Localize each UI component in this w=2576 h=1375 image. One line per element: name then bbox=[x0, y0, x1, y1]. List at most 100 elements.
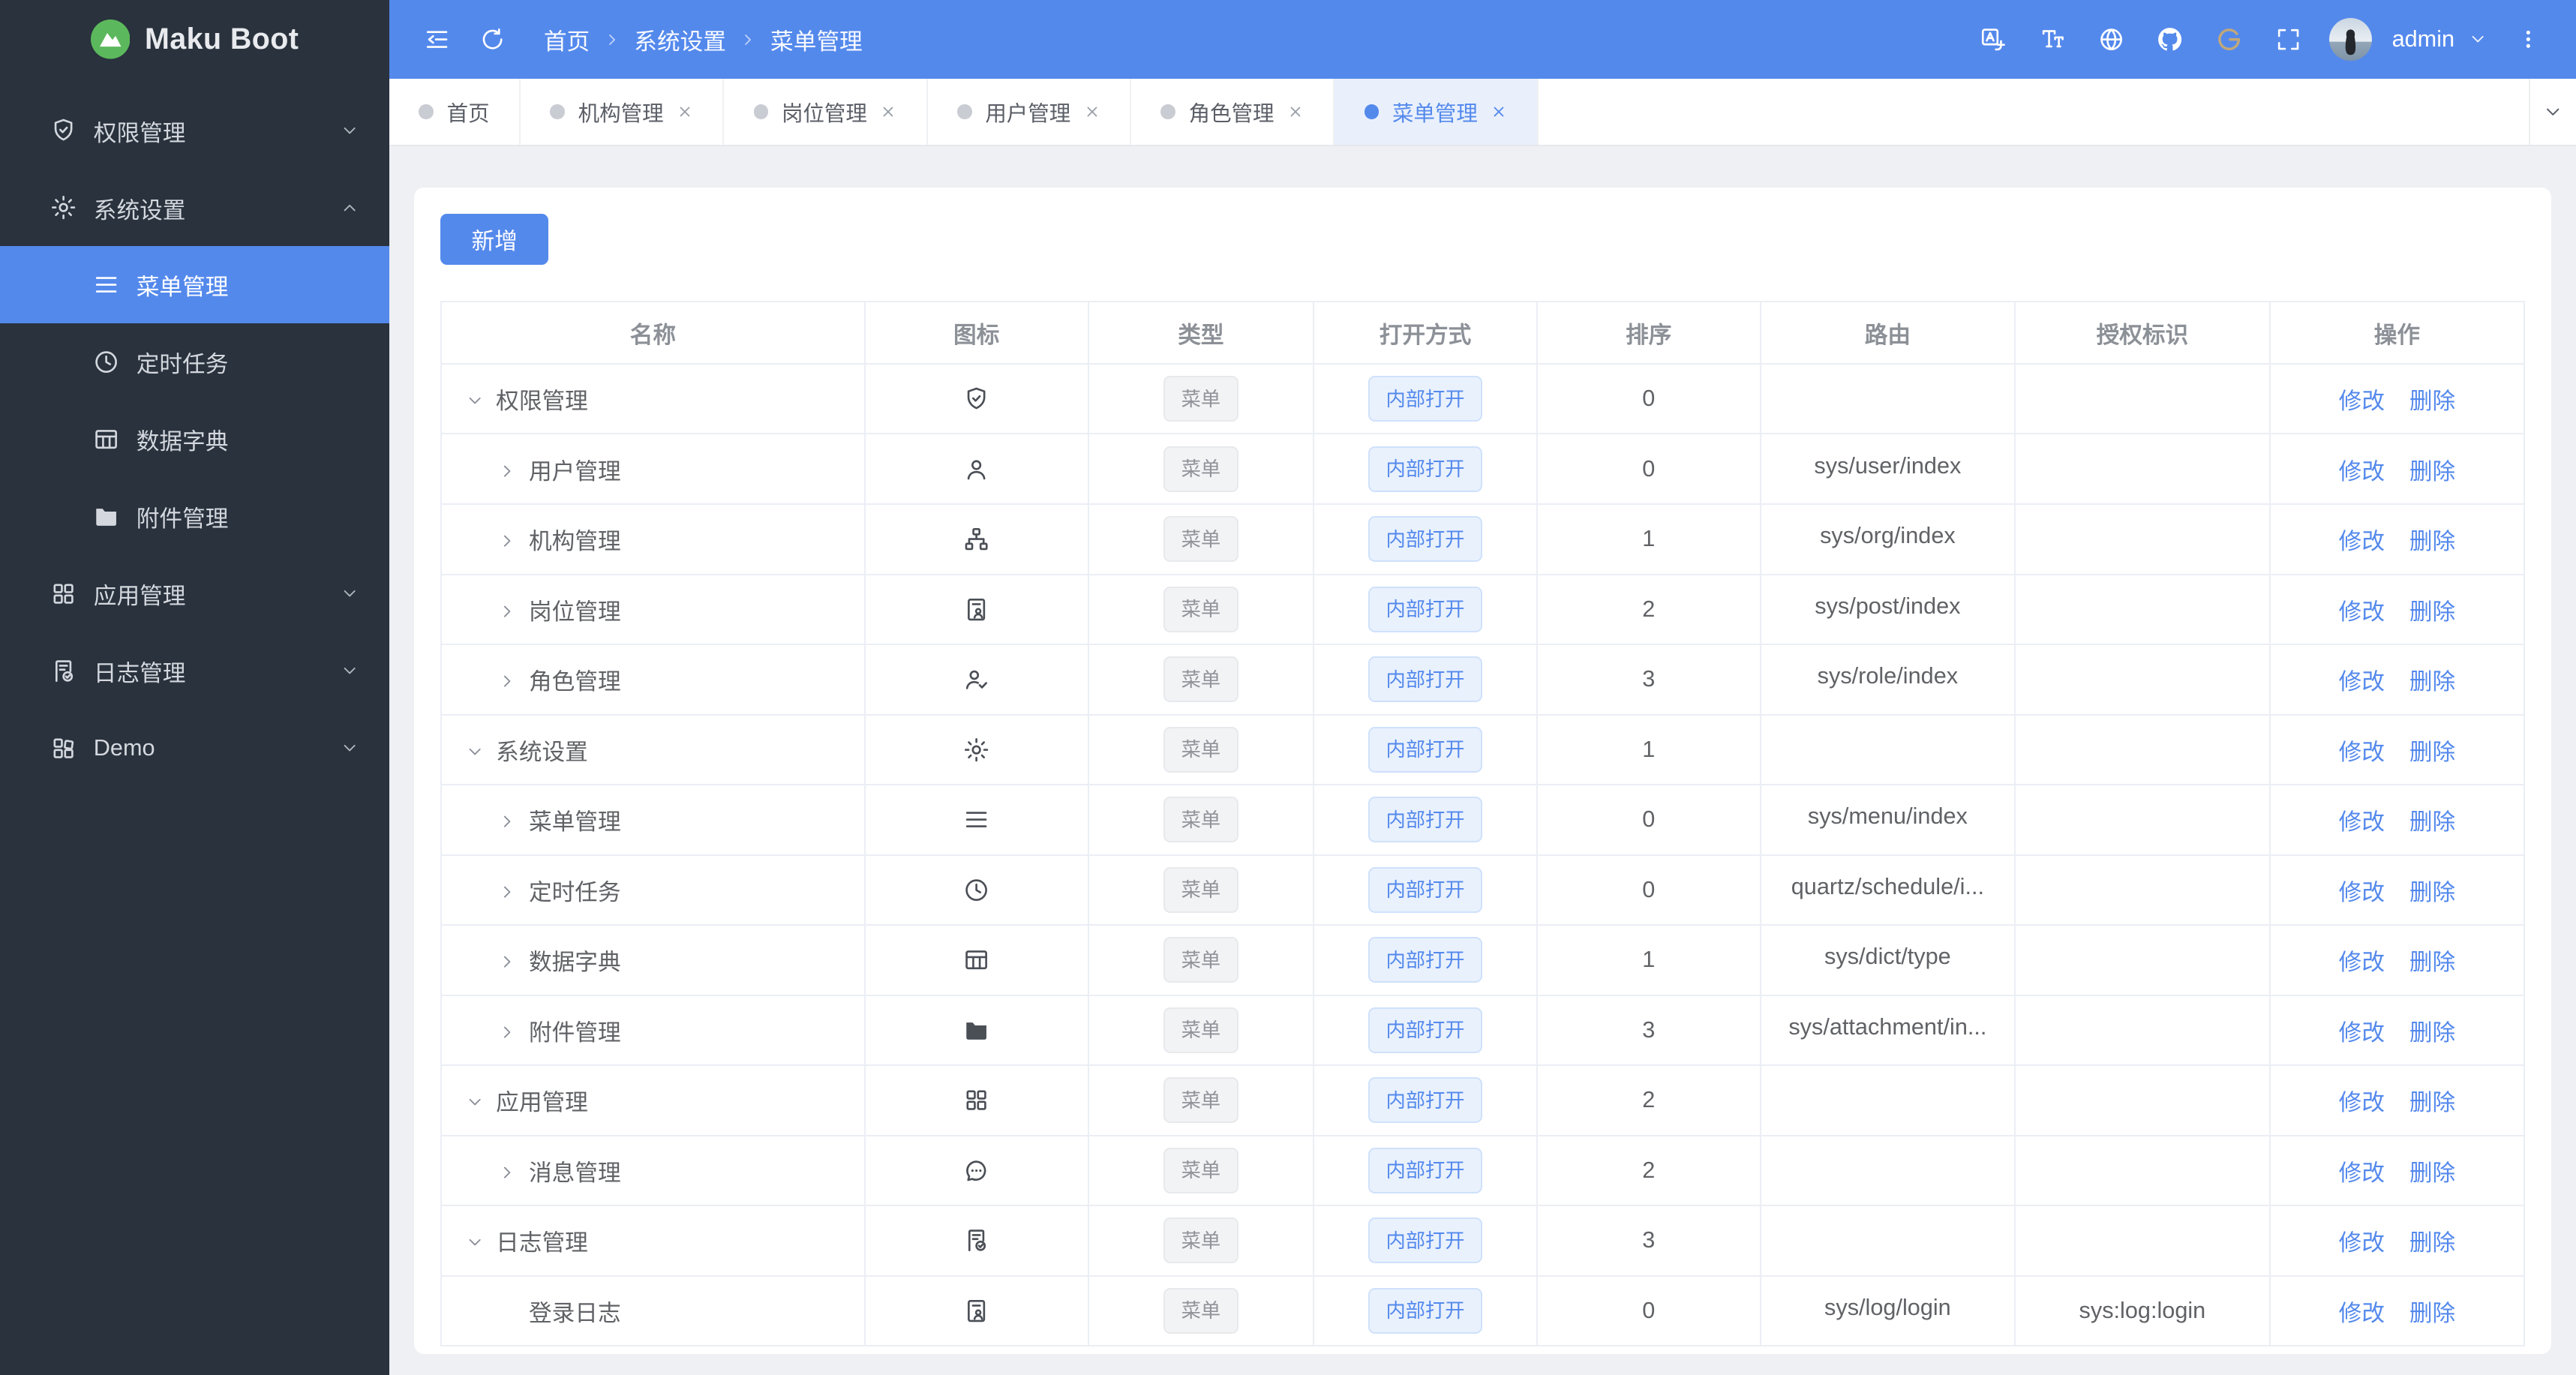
delete-link[interactable]: 删除 bbox=[2409, 950, 2455, 975]
delete-link[interactable]: 删除 bbox=[2409, 880, 2455, 905]
close-icon[interactable] bbox=[1084, 104, 1100, 120]
more-menu-button[interactable] bbox=[2504, 15, 2553, 65]
edit-link[interactable]: 修改 bbox=[2339, 389, 2385, 414]
caret-right-icon[interactable] bbox=[497, 1022, 517, 1042]
tab-用户管理[interactable]: 用户管理 bbox=[928, 79, 1132, 145]
delete-link[interactable]: 删除 bbox=[2409, 389, 2455, 414]
delete-link[interactable]: 删除 bbox=[2409, 1020, 2455, 1046]
add-button[interactable]: 新增 bbox=[440, 213, 549, 265]
edit-link[interactable]: 修改 bbox=[2339, 950, 2385, 975]
ops-cell: 修改 删除 bbox=[2268, 503, 2526, 575]
tab-首页[interactable]: 首页 bbox=[389, 79, 521, 145]
caret-right-icon[interactable] bbox=[497, 671, 517, 691]
edit-link[interactable]: 修改 bbox=[2339, 599, 2385, 625]
type-cell: 菜单 bbox=[1087, 1274, 1315, 1347]
sidebar-item-auth[interactable]: 权限管理 bbox=[0, 92, 389, 170]
edit-link[interactable]: 修改 bbox=[2339, 809, 2385, 835]
breadcrumb-item[interactable]: 首页 bbox=[544, 23, 590, 56]
delete-link[interactable]: 删除 bbox=[2409, 1301, 2455, 1326]
type-tag: 菜单 bbox=[1163, 1217, 1239, 1264]
menu-name-cell: 数据字典 bbox=[440, 924, 866, 996]
close-icon[interactable] bbox=[880, 104, 896, 120]
breadcrumb-item[interactable]: 系统设置 bbox=[634, 23, 726, 56]
sidebar-item-attachment[interactable]: 附件管理 bbox=[0, 478, 389, 555]
sort-cell: 2 bbox=[1536, 1134, 1761, 1207]
delete-link[interactable]: 删除 bbox=[2409, 459, 2455, 485]
caret-right-icon[interactable] bbox=[497, 602, 517, 621]
edit-link[interactable]: 修改 bbox=[2339, 880, 2385, 905]
delete-link[interactable]: 删除 bbox=[2409, 1160, 2455, 1186]
menu-icon-cell bbox=[863, 1274, 1089, 1347]
edit-link[interactable]: 修改 bbox=[2339, 529, 2385, 554]
sidebar-item-menu[interactable]: 菜单管理 bbox=[0, 246, 390, 324]
caret-down-icon[interactable] bbox=[465, 1092, 485, 1112]
caret-down-icon[interactable] bbox=[465, 742, 485, 761]
route-value: sys/dict/type bbox=[1824, 944, 1951, 970]
delete-link[interactable]: 删除 bbox=[2409, 529, 2455, 554]
edit-link[interactable]: 修改 bbox=[2339, 459, 2385, 485]
table-row: 用户管理 菜单 内部打开 0 sys/user/index 修改 删除 bbox=[440, 433, 2526, 505]
tab-菜单管理[interactable]: 菜单管理 bbox=[1335, 79, 1539, 145]
ops-cell: 修改 删除 bbox=[2268, 433, 2526, 505]
caret-right-icon[interactable] bbox=[497, 461, 517, 481]
user-name[interactable]: admin bbox=[2392, 26, 2455, 53]
github-button[interactable] bbox=[2145, 15, 2195, 65]
tab-角色管理[interactable]: 角色管理 bbox=[1131, 79, 1335, 145]
translate-button[interactable] bbox=[1968, 15, 2018, 65]
delete-link[interactable]: 删除 bbox=[2409, 1090, 2455, 1115]
column-header: 路由 bbox=[1759, 300, 2016, 365]
avatar[interactable] bbox=[2329, 18, 2373, 62]
tab-岗位管理[interactable]: 岗位管理 bbox=[724, 79, 928, 145]
fullscreen-button[interactable] bbox=[2264, 15, 2313, 65]
edit-link[interactable]: 修改 bbox=[2339, 1301, 2385, 1326]
caret-right-icon[interactable] bbox=[497, 952, 517, 971]
font-size-button[interactable] bbox=[2028, 15, 2077, 65]
sidebar-item-demo[interactable]: Demo bbox=[0, 710, 389, 787]
gitee-button[interactable] bbox=[2205, 15, 2254, 65]
sidebar-item-log[interactable]: 日志管理 bbox=[0, 632, 389, 710]
delete-link[interactable]: 删除 bbox=[2409, 669, 2455, 695]
demo-grid-icon bbox=[50, 734, 77, 762]
tab-机构管理[interactable]: 机构管理 bbox=[521, 79, 725, 145]
gear-icon bbox=[962, 736, 990, 764]
caret-down-icon[interactable] bbox=[465, 1232, 485, 1252]
caret-right-icon[interactable] bbox=[497, 1163, 517, 1182]
sidebar-item-system[interactable]: 系统设置 bbox=[0, 170, 389, 247]
app-grid-icon bbox=[50, 580, 77, 608]
sidebar-item-app[interactable]: 应用管理 bbox=[0, 555, 389, 632]
globe-button[interactable] bbox=[2086, 15, 2136, 65]
sidebar-item-schedule[interactable]: 定时任务 bbox=[0, 323, 389, 401]
delete-link[interactable]: 删除 bbox=[2409, 740, 2455, 765]
caret-down-icon[interactable] bbox=[2468, 29, 2487, 49]
sidebar-item-dict[interactable]: 数据字典 bbox=[0, 401, 389, 478]
menu-name: 用户管理 bbox=[528, 458, 621, 485]
close-icon[interactable] bbox=[677, 104, 693, 120]
delete-link[interactable]: 删除 bbox=[2409, 599, 2455, 625]
edit-link[interactable]: 修改 bbox=[2339, 1020, 2385, 1046]
menu-name-cell: 角色管理 bbox=[440, 644, 866, 716]
route-cell bbox=[1759, 1205, 2016, 1277]
edit-link[interactable]: 修改 bbox=[2339, 1160, 2385, 1186]
tab-dropdown-button[interactable] bbox=[2528, 79, 2576, 145]
app-logo[interactable]: Maku Boot bbox=[0, 0, 389, 79]
refresh-button[interactable] bbox=[468, 15, 518, 65]
collapse-menu-button[interactable] bbox=[413, 15, 462, 65]
edit-link[interactable]: 修改 bbox=[2339, 669, 2385, 695]
caret-right-icon[interactable] bbox=[497, 882, 517, 902]
route-cell: sys/dict/type bbox=[1759, 924, 2016, 996]
caret-right-icon[interactable] bbox=[497, 531, 517, 551]
caret-down-icon[interactable] bbox=[465, 391, 485, 410]
open-type-tag: 内部打开 bbox=[1368, 1217, 1483, 1264]
route-cell: sys/attachment/in... bbox=[1759, 994, 2016, 1067]
delete-link[interactable]: 删除 bbox=[2409, 1230, 2455, 1256]
sort-cell: 2 bbox=[1536, 1064, 1761, 1136]
edit-link[interactable]: 修改 bbox=[2339, 1230, 2385, 1256]
delete-link[interactable]: 删除 bbox=[2409, 809, 2455, 835]
close-icon[interactable] bbox=[1491, 104, 1507, 120]
edit-link[interactable]: 修改 bbox=[2339, 1090, 2385, 1115]
column-header: 排序 bbox=[1536, 300, 1761, 365]
edit-link[interactable]: 修改 bbox=[2339, 740, 2385, 765]
close-icon[interactable] bbox=[1287, 104, 1304, 120]
caret-right-icon[interactable] bbox=[497, 812, 517, 831]
breadcrumb-item[interactable]: 菜单管理 bbox=[770, 23, 863, 56]
